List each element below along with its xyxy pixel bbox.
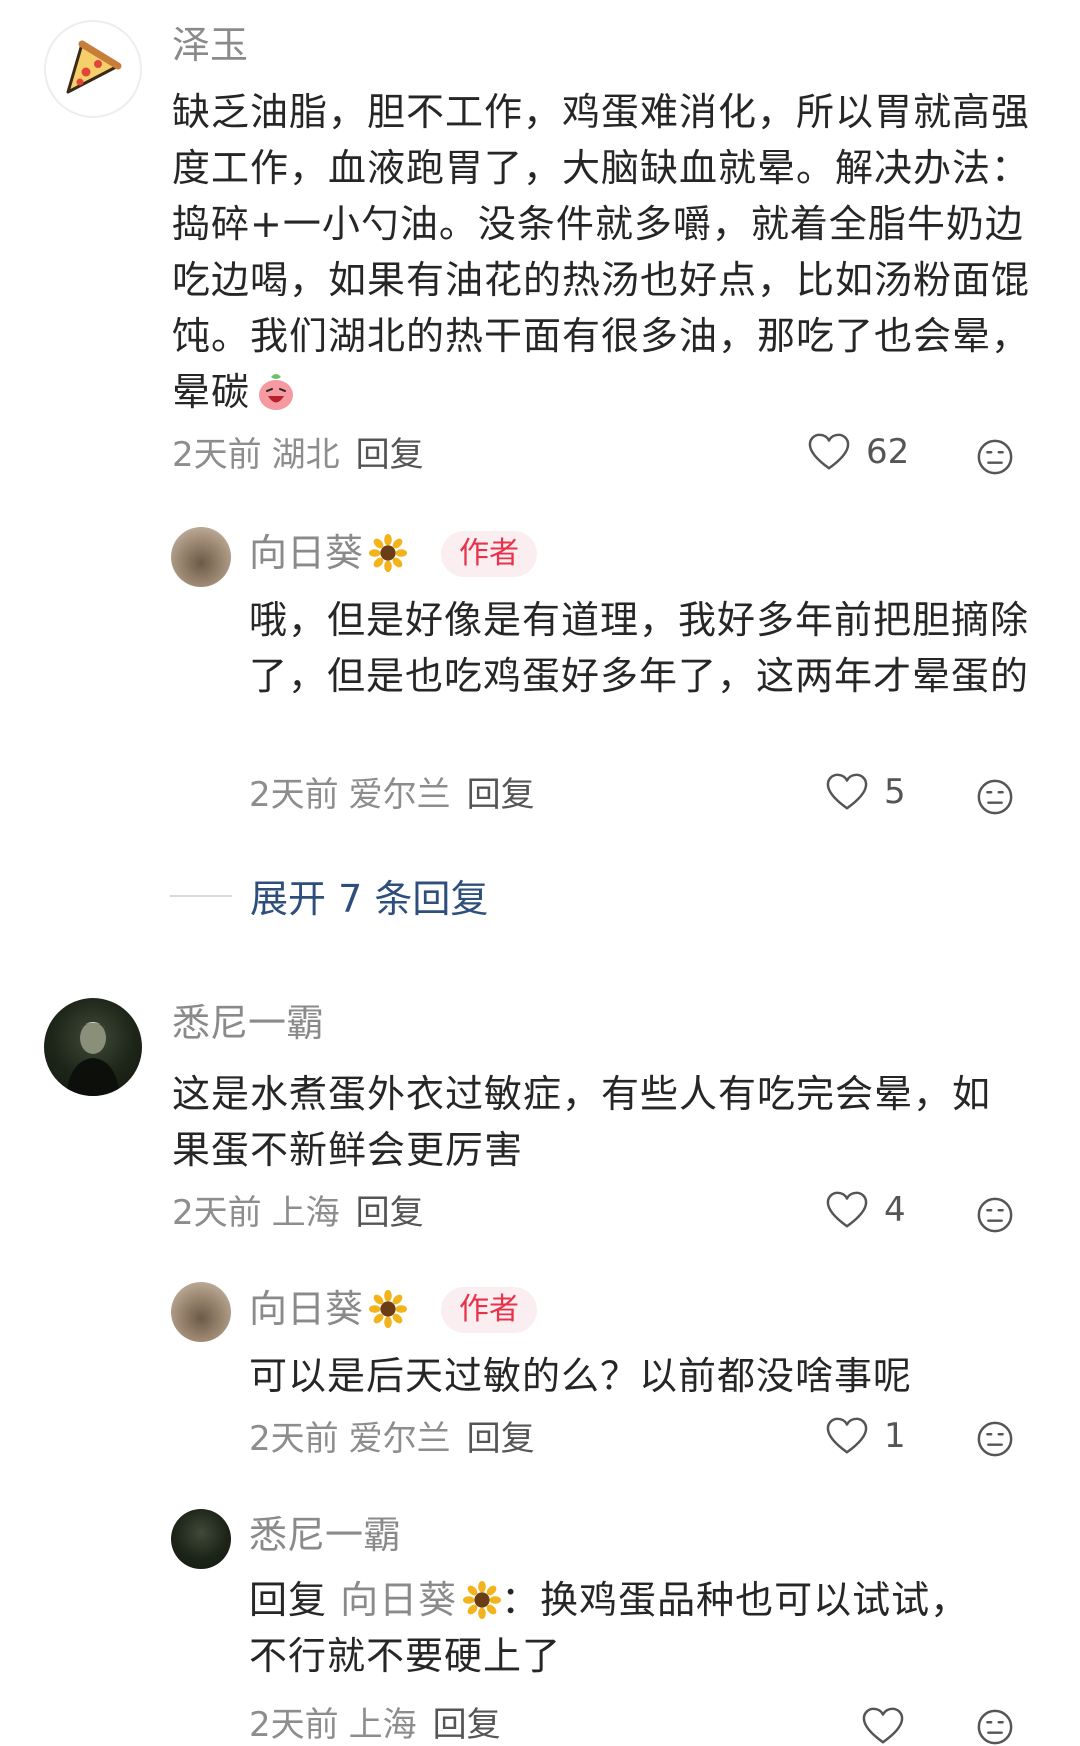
reply-button[interactable]: 回复: [433, 1705, 501, 1745]
reply-button[interactable]: 回复: [467, 775, 535, 815]
like-button[interactable]: 4: [826, 1190, 906, 1230]
author-badge: 作者: [441, 1287, 537, 1333]
reply-meta: 2天前 上海 回复: [249, 1708, 511, 1742]
like-button[interactable]: 5: [826, 772, 906, 812]
location: 上海: [271, 1193, 340, 1233]
avatar[interactable]: [44, 998, 142, 1096]
avatar[interactable]: [44, 20, 142, 118]
timestamp: 2天前: [249, 775, 339, 815]
reply-text: 可以是后天过敏的么？以前都没啥事呢: [249, 1354, 913, 1398]
avatar[interactable]: [171, 527, 231, 587]
avatar[interactable]: [171, 1282, 231, 1342]
avatar[interactable]: [171, 1509, 231, 1569]
divider: [170, 894, 232, 897]
dislike-face-icon[interactable]: [976, 778, 1014, 816]
heart-icon[interactable]: [862, 1706, 904, 1746]
reply-username[interactable]: 向日葵: [249, 534, 407, 572]
location: 湖北: [271, 435, 340, 475]
like-count: 4: [884, 1190, 906, 1230]
reply-username[interactable]: 向日葵: [249, 1290, 407, 1328]
reply-meta: 2天前 爱尔兰 回复: [249, 778, 545, 812]
timestamp: 2天前: [249, 1705, 339, 1745]
heart-icon: [826, 772, 868, 812]
dislike-face-icon[interactable]: [976, 1708, 1014, 1746]
like-count: 5: [884, 772, 906, 812]
sunflower-icon: [369, 534, 407, 572]
comment-text: 这是水煮蛋外衣过敏症，有些人有吃完会晕，如果蛋不新鲜会更厉害: [172, 1072, 992, 1172]
reply-text: 哦，但是好像是有道理，我好多年前把胆摘除了，但是也吃鸡蛋好多年了，这两年才晕蛋的: [249, 598, 1030, 698]
comment-meta: 2天前 湖北 回复: [172, 438, 434, 472]
sunflower-icon: [369, 1290, 407, 1328]
heart-icon: [808, 432, 850, 472]
like-count: 1: [884, 1416, 906, 1456]
dislike-face-icon[interactable]: [976, 1196, 1014, 1234]
dislike-face-icon[interactable]: [976, 438, 1014, 476]
sunflower-icon: [463, 1581, 501, 1619]
reply-meta: 2天前 爱尔兰 回复: [249, 1422, 545, 1456]
timestamp: 2天前: [172, 1193, 262, 1233]
pizza-icon: [66, 40, 122, 94]
like-button[interactable]: 1: [826, 1416, 906, 1456]
author-badge: 作者: [441, 531, 537, 577]
reply-text: 回复 向日葵 ：换鸡蛋品种也可以试试， 不行就不要硬上了: [249, 1578, 970, 1678]
heart-icon: [826, 1190, 868, 1230]
dislike-face-icon[interactable]: [976, 1420, 1014, 1458]
comment-username[interactable]: 泽玉: [172, 26, 248, 64]
location: 爱尔兰: [348, 1419, 451, 1459]
like-count: 62: [866, 432, 910, 472]
comment-meta: 2天前 上海 回复: [172, 1196, 434, 1230]
reply-button[interactable]: 回复: [356, 435, 424, 475]
comment-text: 缺乏油脂，胆不工作，鸡蛋难消化，所以胃就高强度工作，血液跑胃了，大脑缺血就晕。解…: [172, 90, 1031, 414]
reply-button[interactable]: 回复: [467, 1419, 535, 1459]
timestamp: 2天前: [249, 1419, 339, 1459]
laughing-radish-emoji: [259, 374, 294, 410]
like-button[interactable]: 62: [808, 432, 909, 472]
location: 爱尔兰: [348, 775, 451, 815]
reply-target-user[interactable]: 向日葵: [340, 1578, 501, 1622]
expand-replies-label: 展开 7 条回复: [250, 877, 489, 921]
reply-username[interactable]: 悉尼一霸: [249, 1516, 401, 1554]
comment-username[interactable]: 悉尼一霸: [172, 1004, 324, 1042]
heart-icon: [826, 1416, 868, 1456]
expand-replies-button[interactable]: 展开 7 条回复: [170, 868, 488, 923]
person-photo: [66, 1022, 120, 1096]
location: 上海: [348, 1705, 417, 1745]
reply-button[interactable]: 回复: [356, 1193, 424, 1233]
comment-page: { "comments": [ { "username": "泽玉", "ava…: [0, 0, 1080, 1732]
timestamp: 2天前: [172, 435, 262, 475]
